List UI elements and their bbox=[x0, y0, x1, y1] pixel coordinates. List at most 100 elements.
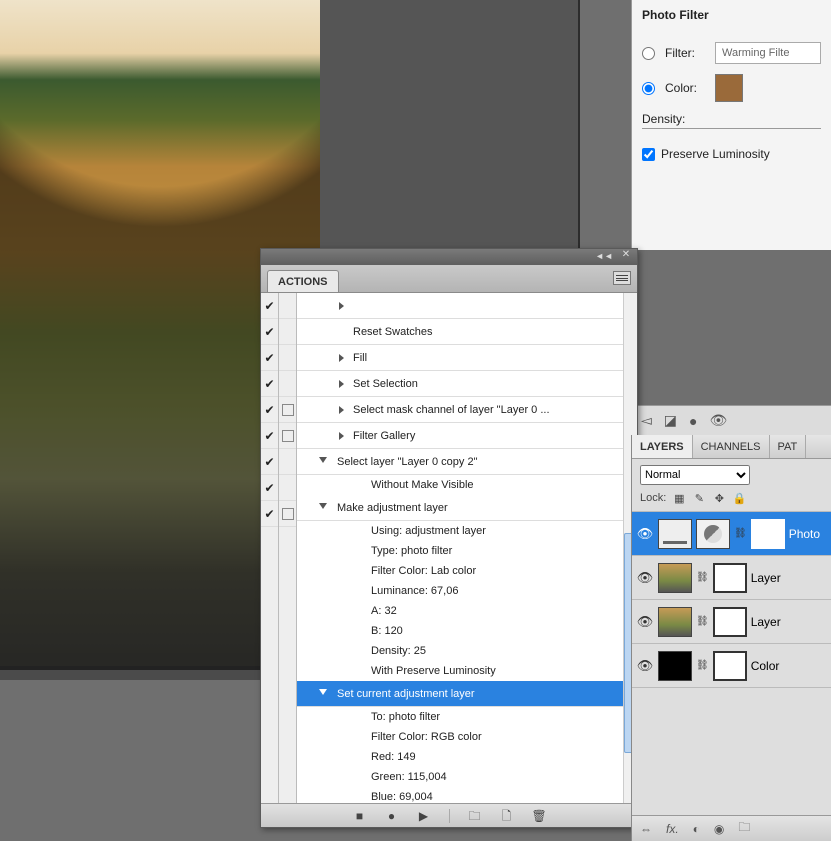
filter-dropdown[interactable]: Warming Filte bbox=[715, 42, 821, 64]
link-layers-icon[interactable]: ⇔ bbox=[640, 822, 652, 836]
layer-row[interactable]: 👁⛓Photo bbox=[632, 512, 831, 556]
action-step[interactable]: Make adjustment layer bbox=[297, 495, 637, 521]
action-step[interactable] bbox=[297, 293, 637, 319]
visibility-eye-icon[interactable]: 👁 bbox=[636, 614, 654, 630]
new-action-icon[interactable]: 🗋 bbox=[500, 809, 514, 823]
layer-name-label[interactable]: Photo bbox=[789, 527, 827, 541]
tab-paths[interactable]: PAT bbox=[770, 435, 807, 458]
layer-mask-thumbnail[interactable] bbox=[713, 563, 747, 593]
check-icon: ✔ bbox=[264, 325, 274, 339]
layer-row[interactable]: 👁 ⛓ Color bbox=[632, 644, 831, 688]
toggle-cell[interactable]: ✔ bbox=[261, 371, 278, 397]
toggle-column: ✔✔✔✔✔✔✔✔✔ bbox=[261, 293, 279, 803]
lock-all-icon[interactable]: 🔒 bbox=[732, 491, 746, 505]
visibility-eye-icon[interactable]: 👁 bbox=[636, 570, 654, 586]
link-icon: ⛓ bbox=[696, 660, 709, 671]
action-detail: Green: 115,004 bbox=[297, 767, 637, 787]
dialog-cell[interactable] bbox=[279, 449, 296, 475]
layer-thumbnail[interactable] bbox=[696, 519, 730, 549]
layer-mask-thumbnail[interactable] bbox=[713, 607, 747, 637]
layer-thumbnail[interactable] bbox=[658, 651, 692, 681]
toggle-cell[interactable]: ✔ bbox=[261, 293, 278, 319]
adjustments-icon-row: ◅ ◪ ● 👁 bbox=[631, 405, 831, 435]
lock-transparency-icon[interactable]: ▦ bbox=[672, 491, 686, 505]
toggle-cell[interactable]: ✔ bbox=[261, 319, 278, 345]
collapse-icon[interactable]: ◄◄ bbox=[595, 251, 613, 261]
toggle-cell[interactable]: ✔ bbox=[261, 423, 278, 449]
layer-row[interactable]: 👁 ⛓ Layer bbox=[632, 600, 831, 644]
chevron-down-icon[interactable] bbox=[319, 689, 327, 699]
tab-actions[interactable]: ACTIONS bbox=[267, 270, 339, 292]
layer-thumbnail[interactable] bbox=[658, 563, 692, 593]
color-swatch[interactable] bbox=[715, 74, 743, 102]
chevron-right-icon[interactable] bbox=[339, 432, 344, 440]
layer-mask-thumbnail[interactable] bbox=[713, 651, 747, 681]
visibility-eye-icon[interactable]: 👁 bbox=[636, 658, 654, 674]
dialog-cell[interactable] bbox=[279, 345, 296, 371]
layer-mask-thumbnail[interactable] bbox=[751, 519, 785, 549]
action-tree[interactable]: Reset SwatchesFillSet SelectionSelect ma… bbox=[297, 293, 637, 803]
lock-paint-icon[interactable]: ✎ bbox=[692, 491, 706, 505]
record-icon[interactable]: ● bbox=[385, 809, 399, 823]
lock-position-icon[interactable]: ✥ bbox=[712, 491, 726, 505]
action-detail: Luminance: 67,06 bbox=[297, 581, 637, 601]
eye-icon[interactable]: 👁 bbox=[709, 412, 727, 429]
panel-menu-icon[interactable] bbox=[613, 271, 631, 285]
dialog-cell[interactable] bbox=[279, 371, 296, 397]
adjustment-layer-icon[interactable]: ◉ bbox=[714, 822, 724, 836]
group-icon[interactable]: 🗀 bbox=[738, 818, 750, 839]
dialog-cell[interactable] bbox=[279, 423, 296, 449]
fx-icon[interactable]: fx. bbox=[666, 822, 679, 836]
link-icon: ⛓ bbox=[696, 616, 709, 627]
dialog-cell[interactable] bbox=[279, 319, 296, 345]
layer-name-label[interactable]: Layer bbox=[751, 615, 827, 629]
dialog-cell[interactable] bbox=[279, 293, 296, 319]
play-icon[interactable]: ▶ bbox=[417, 809, 431, 823]
mask-icon[interactable]: ◐ bbox=[693, 822, 700, 836]
adjustment-icon[interactable]: ◪ bbox=[664, 412, 677, 429]
stop-icon[interactable]: ■ bbox=[353, 809, 367, 823]
action-step[interactable]: Select mask channel of layer "Layer 0 ..… bbox=[297, 397, 637, 423]
layer-row[interactable]: 👁⛓Layer bbox=[632, 556, 831, 600]
new-set-icon[interactable]: 🗀 bbox=[468, 809, 482, 823]
circle-icon[interactable]: ● bbox=[689, 413, 697, 429]
trash-icon[interactable]: 🗑 bbox=[532, 809, 546, 823]
chevron-right-icon[interactable] bbox=[339, 354, 344, 362]
action-step[interactable]: Filter Gallery bbox=[297, 423, 637, 449]
layer-name-label[interactable]: Color bbox=[751, 659, 827, 673]
chevron-down-icon[interactable] bbox=[319, 503, 327, 513]
close-icon[interactable]: ✕ bbox=[621, 250, 631, 260]
layer-name-label[interactable]: Layer bbox=[751, 571, 827, 585]
toggle-cell[interactable]: ✔ bbox=[261, 397, 278, 423]
chevron-right-icon[interactable] bbox=[339, 406, 344, 414]
toggle-cell[interactable]: ✔ bbox=[261, 449, 278, 475]
action-step[interactable]: Select layer "Layer 0 copy 2" bbox=[297, 449, 637, 475]
layer-thumbnail[interactable] bbox=[658, 607, 692, 637]
dialog-cell[interactable] bbox=[279, 501, 296, 527]
action-step[interactable]: Fill bbox=[297, 345, 637, 371]
back-icon[interactable]: ◅ bbox=[641, 412, 652, 429]
chevron-down-icon[interactable] bbox=[319, 457, 327, 467]
toggle-cell[interactable]: ✔ bbox=[261, 501, 278, 527]
visibility-eye-icon[interactable]: 👁 bbox=[636, 526, 654, 542]
toggle-cell[interactable]: ✔ bbox=[261, 345, 278, 371]
dialog-cell[interactable] bbox=[279, 397, 296, 423]
tab-layers[interactable]: LAYERS bbox=[632, 435, 693, 458]
action-step[interactable]: Set current adjustment layer bbox=[297, 681, 637, 707]
color-radio[interactable] bbox=[642, 82, 655, 95]
dialog-toggle-icon bbox=[282, 508, 294, 520]
dialog-cell[interactable] bbox=[279, 475, 296, 501]
actions-titlebar[interactable]: ◄◄ ✕ bbox=[261, 249, 637, 265]
action-step[interactable]: Reset Swatches bbox=[297, 319, 637, 345]
action-detail: Without Make Visible bbox=[297, 475, 637, 495]
toggle-cell[interactable]: ✔ bbox=[261, 475, 278, 501]
preserve-luminosity-checkbox[interactable] bbox=[642, 148, 655, 161]
adjustment-sliders-icon bbox=[658, 519, 692, 549]
filter-radio[interactable] bbox=[642, 47, 655, 60]
action-step[interactable]: Set Selection bbox=[297, 371, 637, 397]
blend-mode-select[interactable]: Normal bbox=[640, 465, 750, 485]
chevron-right-icon[interactable] bbox=[339, 302, 344, 310]
chevron-right-icon[interactable] bbox=[339, 380, 344, 388]
tab-channels[interactable]: CHANNELS bbox=[693, 435, 770, 458]
action-step-label: Set current adjustment layer bbox=[337, 688, 475, 700]
